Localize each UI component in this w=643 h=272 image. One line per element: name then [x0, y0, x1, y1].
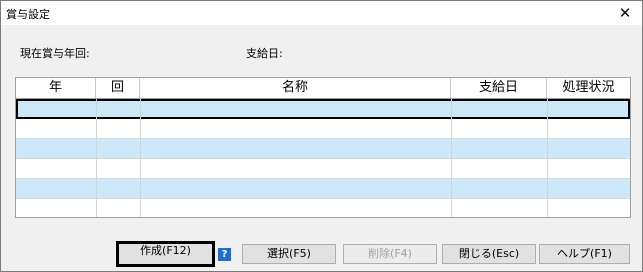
table-row[interactable]: [16, 139, 630, 159]
close-icon[interactable]: ✕: [608, 1, 642, 25]
table-row[interactable]: [16, 99, 630, 119]
select-button[interactable]: 選択(F5): [242, 244, 336, 264]
table-header: 年 回 名称 支給日 処理状況: [16, 78, 630, 99]
current-bonus-label: 現在賞与年回:: [20, 47, 90, 60]
table-row[interactable]: [16, 199, 630, 217]
close-button[interactable]: 閉じる(Esc): [442, 244, 536, 264]
column-divider: [140, 99, 141, 217]
column-divider: [547, 99, 548, 217]
column-divider: [96, 99, 97, 217]
title-bar: 賞与設定 ✕: [1, 1, 642, 25]
table-row[interactable]: [16, 179, 630, 199]
bonus-settings-dialog: 賞与設定 ✕ 現在賞与年回: 支給日: 年 回 名称 支給日 処理状況 作成(F…: [0, 0, 643, 272]
column-header-payday[interactable]: 支給日: [451, 78, 547, 98]
table-row[interactable]: [16, 159, 630, 179]
column-header-year[interactable]: 年: [16, 78, 96, 98]
help-icon[interactable]: ?: [218, 248, 231, 261]
table-row[interactable]: [16, 119, 630, 139]
column-header-status[interactable]: 処理状況: [547, 78, 630, 98]
column-header-round[interactable]: 回: [96, 78, 140, 98]
column-divider: [451, 99, 452, 217]
delete-button[interactable]: 削除(F4): [343, 244, 437, 264]
column-header-name[interactable]: 名称: [140, 78, 451, 98]
help-button[interactable]: ヘルプ(F1): [539, 244, 630, 264]
bonus-table[interactable]: 年 回 名称 支給日 処理状況: [15, 77, 631, 218]
payday-label: 支給日:: [246, 47, 283, 60]
window-title: 賞与設定: [6, 8, 50, 21]
create-button[interactable]: 作成(F12): [116, 241, 215, 267]
